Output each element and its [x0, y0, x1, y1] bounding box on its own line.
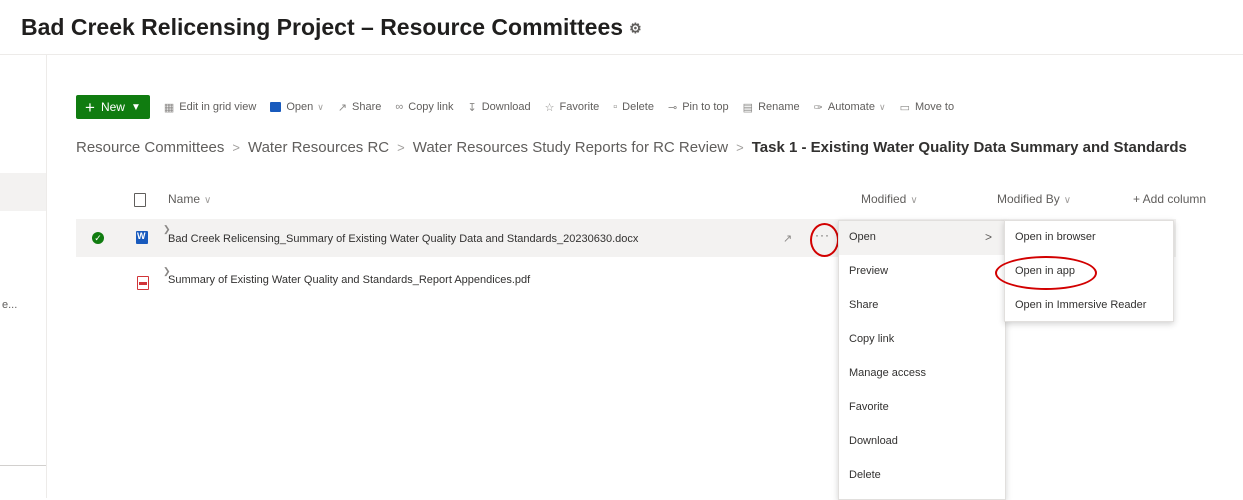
file-name-link[interactable]: Bad Creek Relicensing_Summary of Existin…: [168, 233, 638, 245]
download-icon: ↧: [467, 101, 477, 114]
annotation-circle: [810, 223, 839, 257]
copy-link-button[interactable]: ∞ Copy link: [395, 101, 453, 113]
chevron-down-icon: ∨: [878, 101, 886, 112]
move-to-button[interactable]: ▭ Move to: [900, 101, 955, 114]
breadcrumb: Resource Committees > Water Resources RC…: [76, 139, 1187, 156]
copy-link-label: Copy link: [408, 101, 454, 113]
star-icon: ☆: [544, 101, 555, 114]
automate-icon: ✑: [813, 101, 823, 114]
left-nav-highlight[interactable]: [0, 173, 46, 211]
command-bar: + New ▼ ▦ Edit in grid view Open ∨ ↗ Sha…: [76, 95, 968, 119]
new-button-label: New: [100, 100, 125, 114]
context-menu: Open > Preview Share Copy link Manage ac…: [838, 220, 1006, 500]
share-label: Share: [352, 101, 382, 113]
breadcrumb-separator: >: [736, 140, 744, 155]
pin-icon: ⊸: [667, 101, 678, 114]
word-file-icon: [136, 231, 148, 244]
file-name-link[interactable]: Summary of Existing Water Quality and St…: [168, 274, 530, 286]
favorite-button[interactable]: ☆ Favorite: [545, 101, 600, 114]
trash-icon: ▫: [613, 101, 618, 113]
breadcrumb-separator: >: [232, 140, 240, 155]
pin-to-top-button[interactable]: ⊸ Pin to top: [668, 101, 729, 114]
plus-icon: +: [85, 97, 95, 117]
favorite-label: Favorite: [559, 101, 600, 113]
edit-grid-view-button[interactable]: ▦ Edit in grid view: [164, 101, 256, 114]
chevron-down-icon: ∨: [910, 195, 918, 206]
open-button[interactable]: Open ∨: [270, 101, 324, 113]
chevron-down-icon: ∨: [1063, 195, 1072, 206]
download-button[interactable]: ↧ Download: [468, 101, 531, 114]
breadcrumb-item-resource-committees[interactable]: Resource Committees: [76, 139, 224, 156]
left-nav-truncated-text: e...: [2, 299, 18, 311]
left-nav-divider: [0, 465, 46, 466]
menu-item-share[interactable]: Share: [849, 299, 878, 311]
link-icon: ∞: [395, 101, 404, 113]
menu-item-open-in-immersive-reader[interactable]: Open in Immersive Reader: [1015, 299, 1146, 311]
rename-icon: ▤: [742, 101, 754, 114]
share-icon: ↗: [337, 101, 348, 114]
menu-item-preview[interactable]: Preview: [849, 265, 888, 277]
menu-item-download[interactable]: Download: [849, 435, 898, 447]
download-label: Download: [481, 101, 531, 113]
add-column-button[interactable]: + Add column: [1133, 192, 1206, 206]
breadcrumb-current: Task 1 - Existing Water Quality Data Sum…: [751, 139, 1187, 156]
pdf-file-icon: [137, 276, 149, 290]
column-header-modified[interactable]: Modified ∨: [861, 192, 918, 206]
pin-to-top-label: Pin to top: [682, 101, 729, 113]
file-type-column-icon[interactable]: [134, 193, 146, 207]
share-button[interactable]: ↗ Share: [338, 101, 382, 114]
menu-item-open-in-browser[interactable]: Open in browser: [1015, 231, 1096, 243]
automate-label: Automate: [827, 101, 875, 113]
open-label: Open: [286, 101, 314, 113]
breadcrumb-separator: >: [397, 140, 405, 155]
column-header-name-label: Name: [168, 192, 201, 206]
delete-label: Delete: [622, 101, 654, 113]
automate-button[interactable]: ✑ Automate ∨: [814, 101, 886, 114]
rename-button[interactable]: ▤ Rename: [743, 101, 800, 114]
breadcrumb-item-study-reports[interactable]: Water Resources Study Reports for RC Rev…: [413, 139, 728, 156]
page-title-text: Bad Creek Relicensing Project – Resource…: [21, 14, 624, 40]
menu-item-delete[interactable]: Delete: [849, 469, 881, 481]
page-title: Bad Creek Relicensing Project – Resource…: [21, 14, 642, 41]
menu-item-copy-link[interactable]: Copy link: [849, 333, 894, 345]
checkmark-icon[interactable]: ✓: [92, 232, 104, 244]
settings-icon[interactable]: ⚙: [629, 20, 642, 36]
delete-button[interactable]: ▫ Delete: [613, 101, 654, 113]
chevron-down-icon: ∨: [204, 195, 212, 206]
annotation-circle: [995, 256, 1097, 290]
move-to-label: Move to: [914, 101, 955, 113]
menu-item-manage-access[interactable]: Manage access: [849, 367, 926, 379]
chevron-down-icon: ▼: [130, 101, 141, 113]
breadcrumb-item-water-resources-rc[interactable]: Water Resources RC: [248, 139, 389, 156]
add-column-label: + Add column: [1133, 192, 1207, 206]
menu-item-open[interactable]: Open: [849, 231, 876, 243]
left-nav-rail: e...: [0, 55, 47, 498]
column-header-modified-by[interactable]: Modified By ∨: [997, 192, 1071, 206]
chevron-down-icon: ∨: [317, 101, 324, 112]
menu-item-favorite[interactable]: Favorite: [849, 401, 889, 413]
column-header-name[interactable]: Name ∨: [168, 192, 211, 206]
move-icon: ▭: [899, 101, 910, 114]
chevron-right-icon: >: [985, 230, 993, 244]
edit-grid-view-label: Edit in grid view: [179, 101, 257, 113]
column-header-modified-by-label: Modified By: [997, 192, 1060, 206]
column-header-modified-label: Modified: [861, 192, 907, 206]
new-button[interactable]: + New ▼: [76, 95, 150, 119]
title-divider: [0, 54, 1243, 55]
grid-icon: ▦: [163, 101, 175, 114]
rename-label: Rename: [758, 101, 800, 113]
word-icon: [270, 102, 282, 112]
share-icon[interactable]: ↗: [783, 232, 792, 245]
